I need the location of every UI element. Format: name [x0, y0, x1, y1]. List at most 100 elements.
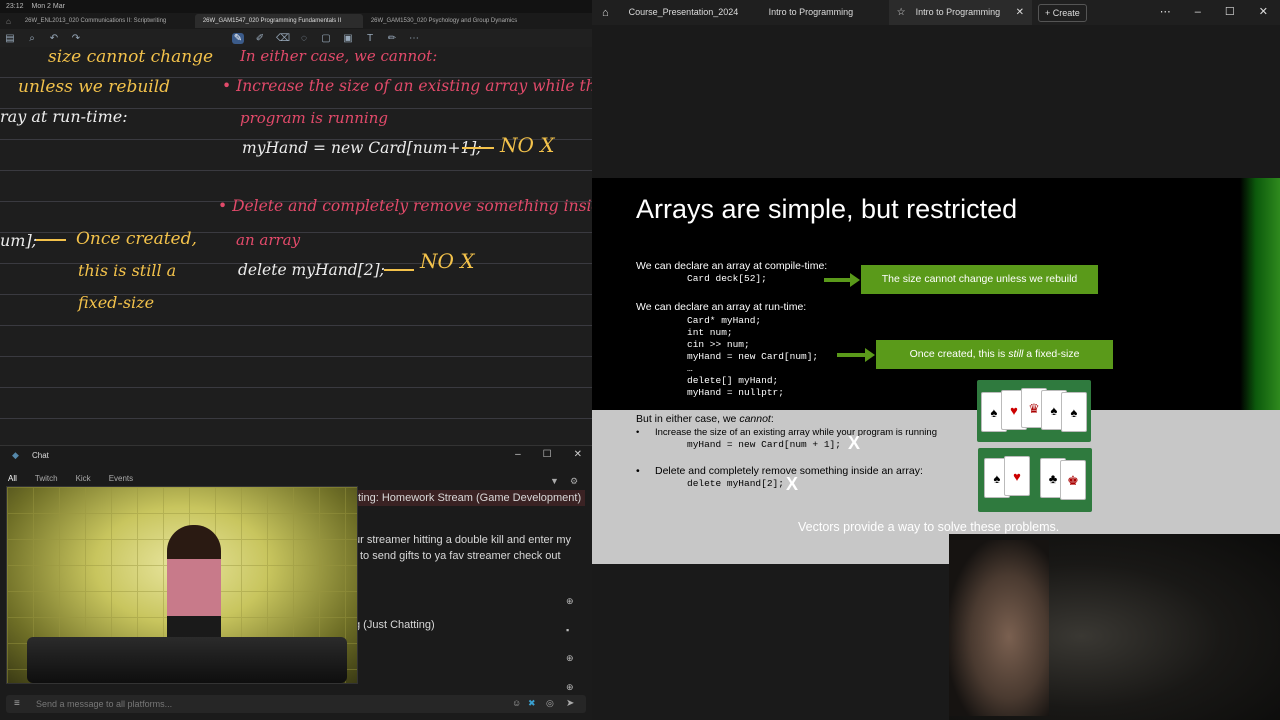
- pen-icon[interactable]: ✐: [254, 33, 266, 44]
- notes-toolbar: ▤ ⌕ ↶ ↷ ✎ ✐ ⌫ ◌ ▢ ▣ T ✏ ⋯: [0, 29, 592, 47]
- note-right-4: myHand = new Card[num+1];: [242, 139, 482, 157]
- star-icon[interactable]: ☆: [888, 0, 906, 25]
- x-mark-2: X: [786, 474, 799, 494]
- note-right-8: delete myHand[2];: [238, 261, 385, 279]
- bullet-2-code: delete myHand[2];: [687, 478, 784, 489]
- chat-message: to send gifts to ya fav streamer check o…: [360, 550, 561, 562]
- minimize-icon[interactable]: –: [515, 449, 521, 460]
- pen-select-icon[interactable]: ✎: [232, 32, 244, 44]
- more-tools-icon[interactable]: ⋯: [408, 33, 420, 44]
- bullet-dot: •: [636, 427, 640, 438]
- create-button[interactable]: + Create: [1038, 3, 1087, 22]
- card-heart: ♥: [1004, 456, 1030, 496]
- callout-runtime-post: a fixed-size: [1023, 348, 1080, 360]
- note-right-7: an array: [236, 231, 301, 249]
- bullet-1-code: myHand = new Card[num + 1];: [687, 439, 841, 450]
- close-icon[interactable]: ✕: [1259, 0, 1268, 25]
- chat-tab-all[interactable]: All: [8, 474, 17, 483]
- compile-code: Card deck[52];: [687, 273, 767, 284]
- sidebar-icon[interactable]: ▤: [4, 33, 16, 44]
- kick-icon[interactable]: ✖: [528, 698, 536, 709]
- runtime-code-4: myHand = new Card[num];: [687, 351, 819, 362]
- close-icon[interactable]: ✕: [574, 449, 582, 460]
- arrow-left-2: [384, 269, 414, 271]
- redo-icon[interactable]: ↷: [70, 33, 82, 44]
- search-icon[interactable]: ⌕: [26, 33, 38, 44]
- note-left-6: this is still a: [78, 261, 177, 280]
- chat-app-icon: ◆: [12, 450, 19, 460]
- chat-title: Chat: [32, 451, 49, 460]
- note-right-3: program is running: [240, 109, 388, 127]
- runtime-code-1: Card* myHand;: [687, 315, 762, 326]
- callout-runtime-em: still: [1008, 348, 1024, 360]
- chat-side-icons: ⊕ ▪ ⊕ ⊕: [566, 596, 574, 693]
- emote-icon[interactable]: ☺: [512, 698, 521, 708]
- arrow-right: [36, 239, 66, 241]
- tab-programming-fundamentals[interactable]: 26W_GAM1547_020 Programming Fundamentals…: [194, 14, 363, 28]
- tab-psychology[interactable]: 26W_GAM1530_020 Psychology and Group Dyn…: [363, 14, 541, 28]
- notebook-page: size cannot change unless we rebuild ray…: [0, 47, 592, 447]
- browser-window: ⌂ Course_Presentation_2024 Intro to Prog…: [592, 0, 1280, 720]
- note-right-6: • Delete and completely remove something…: [218, 197, 592, 215]
- chat-message: ur streamer hitting a double kill and en…: [354, 534, 572, 546]
- presentation-slide: Arrays are simple, but restricted We can…: [592, 178, 1280, 564]
- callout-runtime: Once created, this is still a fixed-size: [876, 340, 1113, 369]
- minimize-icon[interactable]: –: [1195, 0, 1201, 25]
- browser-tab-intro-active[interactable]: Intro to Programming: [905, 0, 1016, 25]
- note-right-2: • Increase the size of an existing array…: [222, 77, 592, 95]
- bullet-dot-2: •: [636, 465, 640, 477]
- compile-label: We can declare an array at compile-time:: [636, 260, 828, 272]
- image-icon[interactable]: ▣: [342, 33, 354, 44]
- callout-compile: The size cannot change unless we rebuild: [861, 265, 1098, 294]
- highlighter-icon[interactable]: ✏: [386, 33, 398, 44]
- note-left-2: unless we rebuild: [18, 77, 171, 97]
- menu-icon[interactable]: ≡: [14, 698, 20, 709]
- runtime-code-5: …: [687, 363, 693, 374]
- shape-icon[interactable]: ▢: [320, 33, 332, 44]
- chat-tab-twitch[interactable]: Twitch: [35, 474, 58, 483]
- callout-arrow-2: [837, 348, 875, 362]
- add-user-icon[interactable]: ⊕: [566, 653, 574, 664]
- undo-icon[interactable]: ↶: [48, 33, 60, 44]
- chat-tab-kick[interactable]: Kick: [76, 474, 91, 483]
- close-tab-icon[interactable]: ✕: [1015, 0, 1033, 25]
- cannot-label-colon: :: [770, 413, 774, 425]
- streamer-silhouette: [949, 540, 1049, 716]
- chat-tab-events[interactable]: Events: [109, 474, 133, 483]
- pin-icon[interactable]: ▪: [566, 625, 574, 635]
- add-user-icon[interactable]: ⊕: [566, 682, 574, 693]
- runtime-code-7: myHand = nullptr;: [687, 387, 784, 398]
- note-left-7: fixed-size: [78, 293, 155, 312]
- chat-tabs: All Twitch Kick Events: [8, 474, 133, 483]
- chat-window-controls: – ☐ ✕: [515, 449, 582, 460]
- streamer-webcam: [949, 534, 1280, 720]
- filter-icon[interactable]: ▼: [550, 476, 559, 486]
- home-icon[interactable]: ⌂: [0, 17, 17, 26]
- chat-input[interactable]: Send a message to all platforms...: [6, 695, 586, 713]
- browser-tab-intro[interactable]: Intro to Programming: [759, 0, 889, 25]
- home-icon[interactable]: ⌂: [592, 7, 619, 19]
- note-left-4: um];: [0, 231, 38, 250]
- callout-runtime-pre: Once created, this is: [909, 348, 1009, 360]
- lasso-icon[interactable]: ◌: [298, 33, 310, 44]
- maximize-icon[interactable]: ☐: [543, 449, 552, 460]
- tab-scriptwriting[interactable]: 26W_ENL2013_020 Communications II: Scrip…: [17, 14, 195, 28]
- note-right-5: NO X: [500, 133, 555, 157]
- chat-message: g (Just Chatting): [354, 619, 435, 631]
- runtime-label: We can declare an array at run-time:: [636, 301, 807, 313]
- add-user-icon[interactable]: ⊕: [566, 596, 574, 607]
- send-icon[interactable]: ➤: [566, 698, 574, 709]
- cannot-label-pre: But in either case, we: [636, 413, 740, 425]
- runtime-code-6: delete[] myHand;: [687, 375, 779, 386]
- browser-tab-presentation[interactable]: Course_Presentation_2024: [619, 0, 759, 25]
- more-icon[interactable]: ⋯: [1160, 0, 1171, 25]
- maximize-icon[interactable]: ☐: [1225, 0, 1235, 25]
- globe-icon[interactable]: ◎: [546, 698, 554, 709]
- eraser-icon[interactable]: ⌫: [276, 33, 290, 44]
- performer: [167, 525, 221, 655]
- settings-icon[interactable]: ⚙: [570, 476, 578, 487]
- chat-window: Chat ◆ – ☐ ✕ All Twitch Kick Events ▼ ⚙ …: [0, 445, 592, 720]
- browser-window-controls: ⋯ – ☐ ✕: [1160, 0, 1268, 25]
- text-icon[interactable]: T: [364, 33, 376, 44]
- card-spade: ♠: [1061, 392, 1087, 432]
